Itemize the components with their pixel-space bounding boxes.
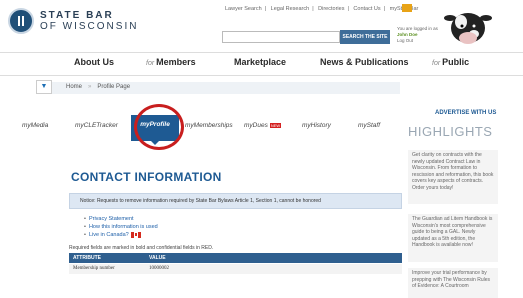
highlight-item[interactable]: Improve your trial performance by preppi… — [408, 268, 498, 298]
nav-public-label: Public — [442, 57, 470, 67]
nav-for-prefix: for — [146, 60, 155, 67]
highlight-item[interactable]: Get clarity on contracts with the newly … — [408, 150, 498, 204]
cow-mascot-icon — [444, 13, 492, 44]
logout-link[interactable]: Log Out — [397, 38, 438, 44]
top-link-legal-research[interactable]: Legal Research — [271, 6, 310, 12]
new-badge: NEW — [269, 122, 282, 128]
tab-mycletracker[interactable]: myCLETracker — [75, 122, 118, 129]
login-status: You are logged in as John Doe Log Out — [397, 26, 438, 44]
canada-flag-icon — [130, 231, 141, 238]
nav-about-us[interactable]: About Us — [74, 57, 114, 67]
chevron-down-icon[interactable]: ▼ — [36, 80, 52, 94]
nav-marketplace-label: Marketplace — [234, 57, 287, 67]
advertise-link[interactable]: ADVERTISE WITH US — [435, 110, 496, 116]
info-links: Privacy Statement How this information i… — [84, 215, 158, 239]
cart-icon[interactable] — [402, 4, 412, 12]
page-title: CONTACT INFORMATION — [71, 170, 222, 184]
breadcrumb: Home» Profile Page — [66, 84, 131, 90]
search-input[interactable] — [222, 31, 340, 43]
tab-mystaff[interactable]: myStaff — [358, 122, 380, 129]
link-live-in-canada[interactable]: Live in Canada? — [84, 231, 158, 239]
column-header-attribute: ATTRIBUTE — [73, 255, 101, 261]
highlights-heading: HIGHLIGHTS — [408, 124, 493, 139]
column-header-value: VALUE — [149, 255, 166, 261]
cell-attribute: Membership number — [73, 266, 115, 271]
tab-mydues-label: myDues — [244, 122, 268, 129]
nav-news-publications[interactable]: News & Publications — [320, 57, 409, 67]
state-bar-logo-icon[interactable] — [8, 8, 34, 34]
top-link-contact-us[interactable]: Contact Us — [353, 6, 380, 12]
nav-for-members[interactable]: for Members — [146, 57, 196, 67]
table-row: Membership number 10000002 — [69, 264, 402, 274]
tab-mydues[interactable]: myDues NEW — [244, 122, 282, 129]
link-live-in-canada-label: Live in Canada? — [88, 232, 129, 238]
top-link-directories[interactable]: Directories — [318, 6, 344, 12]
top-utility-links: Lawyer Search | Legal Research | Directori… — [222, 6, 421, 12]
tab-myhistory[interactable]: myHistory — [302, 122, 331, 129]
nav-about-us-label: About Us — [74, 57, 114, 67]
highlight-item[interactable]: The Guardian ad Litem Handbook is Wiscon… — [408, 214, 498, 262]
nav-news-label: News & Publications — [320, 57, 409, 67]
breadcrumb-current: Profile Page — [97, 84, 131, 90]
notice-banner: Notice: Requests to remove information r… — [69, 193, 402, 209]
nav-members-label: Members — [156, 57, 196, 67]
link-privacy-statement[interactable]: Privacy Statement — [84, 215, 158, 223]
logo-text-line2[interactable]: OF WISCONSIN — [40, 21, 138, 32]
highlight-circle — [134, 104, 184, 150]
cell-value: 10000002 — [149, 266, 169, 271]
link-how-info-used[interactable]: How this information is used — [84, 223, 158, 231]
tab-mymedia[interactable]: myMedia — [22, 122, 48, 129]
nav-for-prefix: for — [432, 60, 441, 67]
logo-text-line1[interactable]: STATE BAR — [40, 10, 114, 21]
breadcrumb-home[interactable]: Home — [66, 84, 82, 90]
table-header: ATTRIBUTE VALUE — [69, 253, 402, 263]
search-button[interactable]: SEARCH THE SITE — [340, 30, 390, 44]
tab-mymemberships[interactable]: myMemberships — [185, 122, 233, 129]
nav-marketplace[interactable]: Marketplace — [234, 57, 286, 67]
required-fields-note: Required fields are marked in bold and c… — [69, 245, 214, 251]
top-link-lawyer-search[interactable]: Lawyer Search — [225, 6, 262, 12]
nav-for-public[interactable]: for Public — [432, 57, 469, 67]
